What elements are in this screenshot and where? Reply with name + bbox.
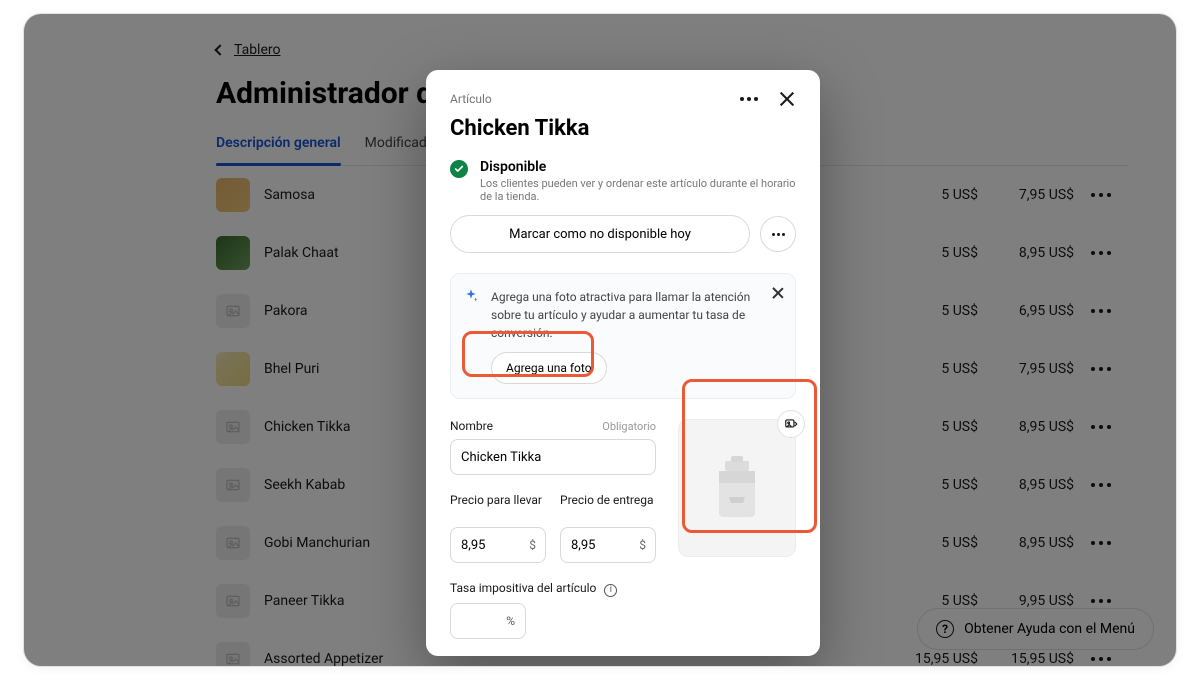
edit-image-button[interactable] — [777, 410, 805, 438]
price-delivery-label: Precio de entrega — [560, 493, 654, 507]
tax-label: Tasa impositiva del artículo — [450, 581, 596, 595]
modal-eyebrow: Artículo — [450, 92, 736, 106]
availability-desc: Los clientes pueden ver y ordenar este a… — [480, 177, 796, 203]
info-icon[interactable]: i — [604, 584, 617, 597]
optional-label: Opcional — [613, 656, 656, 657]
name-input[interactable] — [450, 439, 656, 475]
sparkle-icon — [463, 288, 479, 309]
photo-slot[interactable] — [678, 419, 796, 557]
bag-placeholder-icon — [709, 453, 765, 523]
description-label: Descripción — [450, 655, 513, 657]
image-swap-icon — [784, 417, 798, 431]
currency-label: $ — [639, 538, 646, 552]
availability-title: Disponible — [480, 159, 796, 175]
name-label: Nombre — [450, 419, 493, 433]
required-label: Obligatorio — [602, 420, 656, 433]
availability-more-button[interactable] — [760, 216, 796, 252]
tip-text: Agrega una foto atractiva para llamar la… — [491, 288, 755, 342]
mark-unavailable-button[interactable]: Marcar como no disponible hoy — [450, 215, 750, 253]
currency-label: $ — [529, 538, 536, 552]
item-modal: Artículo Chicken Tikka Disponible Los cl… — [426, 70, 820, 656]
add-photo-button[interactable]: Agrega una foto — [491, 352, 607, 384]
modal-more-button[interactable] — [736, 93, 762, 105]
modal-close-button[interactable] — [778, 90, 796, 108]
price-takeout-label: Precio para llevar — [450, 493, 542, 507]
check-circle-icon — [450, 160, 468, 178]
tip-close-button[interactable] — [771, 286, 785, 300]
photo-tip-panel: Agrega una foto atractiva para llamar la… — [450, 273, 796, 399]
modal-title: Chicken Tikka — [450, 116, 796, 141]
availability-status: Disponible Los clientes pueden ver y ord… — [450, 159, 796, 203]
tax-input[interactable]: % — [450, 603, 526, 639]
